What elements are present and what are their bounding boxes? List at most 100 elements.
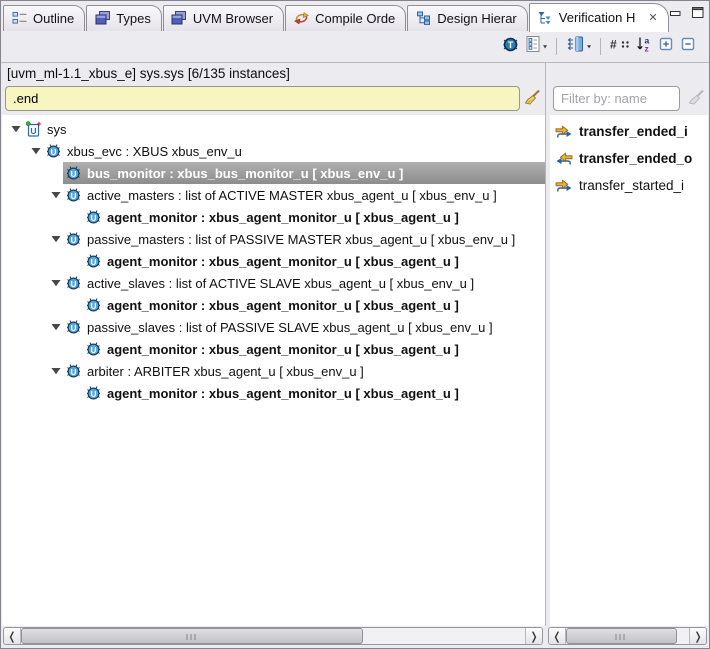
toolbar-separator: [600, 38, 601, 55]
tab-design-hierar[interactable]: Design Hierar: [407, 5, 528, 31]
expand-all-icon: [658, 36, 674, 57]
tree-row[interactable]: Uagent_monitor : xbus_agent_monitor_u [ …: [2, 206, 545, 228]
tree-row-body: Uactive_slaves : list of ACTIVE SLAVE xb…: [63, 272, 545, 294]
tab-outline[interactable]: Outline: [3, 5, 86, 31]
scroll-right-button[interactable]: ❭: [525, 628, 542, 644]
tree-row[interactable]: Uxbus_evc : XBUS xbus_env_u: [2, 140, 545, 162]
expand-all-button[interactable]: [655, 34, 677, 59]
chevron-down-icon[interactable]: ▾: [587, 43, 591, 50]
twistie-expanded-icon[interactable]: [8, 125, 23, 133]
hash-columns-button[interactable]: #: [607, 35, 633, 59]
svg-text:U: U: [71, 368, 77, 377]
scrollbar-track[interactable]: [677, 628, 689, 644]
compile-order-icon: [293, 10, 310, 26]
list-item[interactable]: transfer_ended_i: [550, 118, 708, 145]
svg-text:#: #: [610, 37, 617, 51]
clear-search-button[interactable]: [524, 89, 541, 111]
tab-label: Compile Orde: [315, 10, 396, 26]
svg-text:U: U: [71, 192, 77, 201]
uvm-unit-icon: U: [85, 297, 102, 313]
port-label: transfer_started_i: [579, 178, 685, 193]
tree-row-label: active_masters : list of ACTIVE MASTER x…: [87, 187, 497, 203]
scrollbar-thumb[interactable]: [566, 628, 677, 644]
tree-row-label: agent_monitor : xbus_agent_monitor_u [ x…: [107, 209, 459, 225]
uvm-unit-icon: U: [85, 341, 102, 357]
ports-list: transfer_ended_i transfer_ended_o transfer…: [550, 115, 708, 626]
tree-row[interactable]: Uagent_monitor : xbus_agent_monitor_u [ …: [2, 294, 545, 316]
tree-row[interactable]: Ubus_monitor : xbus_bus_monitor_u [ xbus…: [2, 162, 545, 184]
event-out-port-icon: [555, 151, 573, 166]
filter-section: [550, 63, 708, 115]
twistie-expanded-icon[interactable]: [48, 279, 63, 287]
tab-uvm-browser[interactable]: UVM Browser: [162, 5, 285, 31]
sort-az-button[interactable]: az: [633, 34, 655, 59]
hash-columns-icon: #: [610, 37, 630, 57]
scroll-right-button[interactable]: ❭: [689, 628, 706, 644]
tab-compile-orde[interactable]: Compile Orde: [285, 5, 407, 31]
uvm-unit-icon: U: [45, 143, 62, 159]
scrollbar-thumb[interactable]: [21, 628, 364, 644]
close-icon[interactable]: ✕: [646, 11, 659, 24]
tree-row-body: Upassive_masters : list of PASSIVE MASTE…: [63, 228, 545, 250]
port-label: transfer_ended_i: [579, 124, 688, 139]
type-filter-bug-button[interactable]: T: [498, 34, 523, 60]
tab-label: UVM Browser: [192, 10, 274, 26]
collapse-all-button[interactable]: [677, 34, 699, 59]
tree-horizontal-scrollbar[interactable]: ❬ ❭: [3, 627, 543, 645]
tree-row[interactable]: Uarbiter : ARBITER xbus_agent_u [ xbus_e…: [2, 360, 545, 382]
svg-text:U: U: [91, 346, 97, 355]
twistie-expanded-icon[interactable]: [48, 235, 63, 243]
uvm-unit-icon: U: [65, 187, 82, 203]
info-band: [uvm_ml-1.1_xbus_e] sys.sys [6/135 insta…: [2, 63, 708, 115]
search-input[interactable]: [5, 86, 520, 111]
svg-text:+: +: [37, 121, 42, 129]
tree-row-body: Uagent_monitor : xbus_agent_monitor_u [ …: [83, 250, 545, 272]
tab-verification-h[interactable]: Verification H ✕: [528, 3, 669, 32]
scroll-left-button[interactable]: ❬: [549, 628, 566, 644]
list-item[interactable]: transfer_started_i: [550, 172, 708, 199]
tree-row[interactable]: Uagent_monitor : xbus_agent_monitor_u [ …: [2, 250, 545, 272]
tree-row[interactable]: Uagent_monitor : xbus_agent_monitor_u [ …: [2, 382, 545, 404]
uvm-browser-icon: [171, 10, 188, 26]
ports-horizontal-scrollbar[interactable]: ❬ ❭: [548, 627, 707, 645]
minimize-button[interactable]: [669, 5, 681, 23]
chevron-down-icon[interactable]: ▾: [543, 43, 547, 50]
svg-text:U: U: [51, 148, 57, 157]
svg-text:U: U: [71, 170, 77, 179]
tree-row[interactable]: Uagent_monitor : xbus_agent_monitor_u [ …: [2, 338, 545, 360]
tree-row[interactable]: Uactive_slaves : list of ACTIVE SLAVE xb…: [2, 272, 545, 294]
twistie-expanded-icon[interactable]: [48, 367, 63, 375]
tree-row[interactable]: Upassive_slaves : list of PASSIVE SLAVE …: [2, 316, 545, 338]
twistie-expanded-icon[interactable]: [28, 147, 43, 155]
scroll-left-button[interactable]: ❬: [4, 628, 21, 644]
list-item[interactable]: transfer_ended_o: [550, 145, 708, 172]
checklist-button[interactable]: ▾: [523, 34, 550, 59]
scrollbar-track[interactable]: [363, 628, 525, 644]
broom-icon: [524, 89, 541, 110]
checklist-icon: [526, 36, 540, 57]
filter-input[interactable]: [553, 86, 680, 111]
context-section: [uvm_ml-1.1_xbus_e] sys.sys [6/135 insta…: [2, 63, 545, 115]
tree-row-body: Uagent_monitor : xbus_agent_monitor_u [ …: [83, 382, 545, 404]
column-settings-button[interactable]: ▾: [563, 34, 594, 59]
tree-row-label: passive_slaves : list of PASSIVE SLAVE x…: [87, 319, 493, 335]
tree-row[interactable]: Upassive_masters : list of PASSIVE MASTE…: [2, 228, 545, 250]
tree-row[interactable]: Uactive_masters : list of ACTIVE MASTER …: [2, 184, 545, 206]
twistie-expanded-icon[interactable]: [48, 323, 63, 331]
tree-row-label: bus_monitor : xbus_bus_monitor_u [ xbus_…: [87, 165, 404, 181]
tree-row[interactable]: U + sys: [2, 118, 545, 140]
twistie-expanded-icon[interactable]: [48, 191, 63, 199]
broom-icon-disabled: [688, 89, 705, 110]
tab-types[interactable]: Types: [86, 5, 162, 31]
maximize-button[interactable]: [691, 5, 704, 23]
toolbar-separator: [555, 38, 557, 55]
svg-text:U: U: [91, 214, 97, 223]
